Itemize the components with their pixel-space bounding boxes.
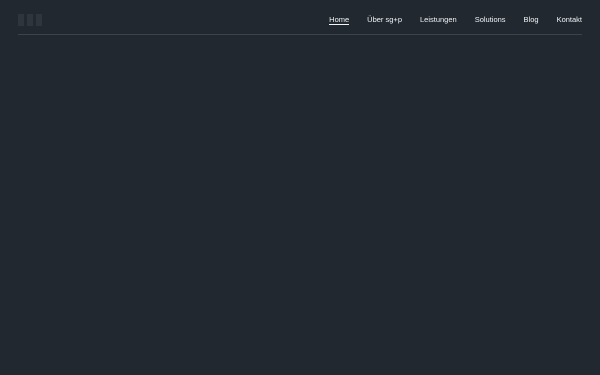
nav-item-leistungen[interactable]: Leistungen [420, 13, 457, 27]
main-navigation: Home Über sg+p Leistungen Solutions Blog… [329, 13, 582, 27]
nav-item-ueber-sgp[interactable]: Über sg+p [367, 13, 402, 27]
nav-item-home[interactable]: Home [329, 13, 350, 27]
main-content-area [0, 35, 600, 375]
nav-item-kontakt[interactable]: Kontakt [557, 13, 582, 27]
nav-item-solutions[interactable]: Solutions [475, 13, 506, 27]
logo-icon[interactable] [18, 12, 42, 28]
nav-item-blog[interactable]: Blog [524, 13, 539, 27]
